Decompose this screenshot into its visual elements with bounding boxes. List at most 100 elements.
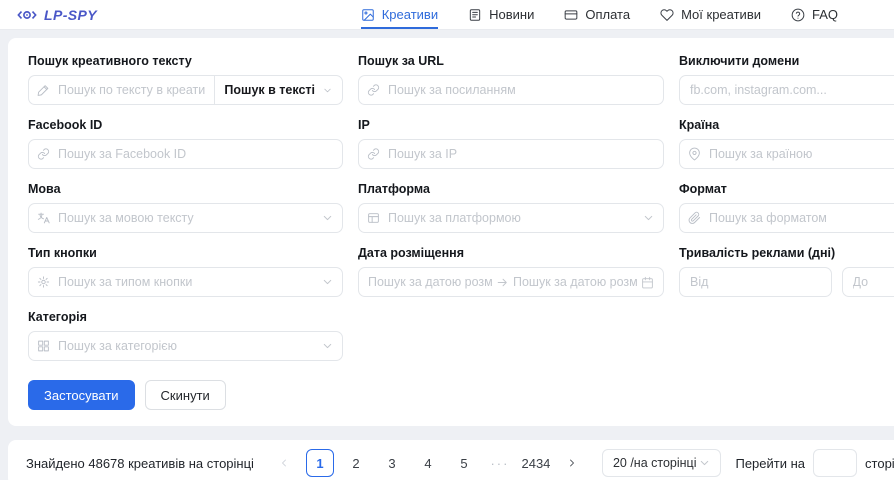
image-icon (361, 8, 375, 22)
pagination-page-3[interactable]: 3 (378, 449, 406, 477)
nav-item-my-creatives[interactable]: Мої креативи (660, 0, 761, 29)
facebook-id-input[interactable] (28, 139, 343, 169)
pagination-next-button[interactable] (558, 449, 586, 477)
link-icon (367, 84, 380, 97)
pagination-page-5[interactable]: 5 (450, 449, 478, 477)
link-icon (367, 148, 380, 161)
filter-label: Платформа (358, 182, 664, 196)
button-type-select[interactable] (28, 267, 343, 297)
window-icon (367, 212, 380, 225)
pencil-icon (37, 84, 50, 97)
link-icon (37, 148, 50, 161)
language-select[interactable] (28, 203, 343, 233)
filter-category: Категорія (28, 310, 343, 361)
grid-icon (37, 340, 50, 353)
chevron-down-icon (322, 85, 333, 96)
chevron-right-icon (566, 457, 578, 469)
ip-input[interactable] (358, 139, 664, 169)
nav-item-faq[interactable]: FAQ (791, 0, 838, 29)
results-summary: Знайдено 48678 креативів на сторінці (26, 456, 254, 471)
date-from-input[interactable] (368, 269, 492, 295)
filter-label: Формат (679, 182, 894, 196)
page-size-label: 20 /на сторінці (613, 456, 697, 470)
nav-label: Оплата (585, 7, 630, 22)
page-size-select[interactable]: 20 /на сторінці (602, 449, 722, 477)
app-logo[interactable]: LP-SPY (16, 0, 97, 29)
filter-label: Тривалість реклами (дні) (679, 246, 894, 260)
goto-prefix-label: Перейти на (735, 456, 805, 471)
url-input[interactable] (358, 75, 664, 105)
filter-url: Пошук за URL (358, 54, 664, 105)
chevron-down-icon (321, 276, 334, 289)
mode-label: Пошук в тексті (224, 83, 315, 97)
filter-label: Тип кнопки (28, 246, 343, 260)
nav-item-creatives[interactable]: Креативи (361, 0, 438, 29)
format-input[interactable] (679, 203, 894, 233)
filter-label: Facebook ID (28, 118, 343, 132)
main-nav: Креативи Новини Оплата Мої креативи FAQ (361, 0, 838, 29)
exclude-domains-input[interactable] (679, 75, 894, 105)
filter-facebook-id: Facebook ID (28, 118, 343, 169)
pagination-page-2[interactable]: 2 (342, 449, 370, 477)
filter-duration: Тривалість реклами (дні) (679, 246, 894, 297)
chevron-down-icon (321, 340, 334, 353)
filter-label: Виключити домени (679, 54, 894, 68)
paperclip-icon (688, 212, 701, 225)
arrow-right-icon (496, 276, 509, 289)
pagination-page-4[interactable]: 4 (414, 449, 442, 477)
filter-exclude-domains: Виключити домени (679, 54, 894, 105)
filter-label: Категорія (28, 310, 343, 324)
date-to-input[interactable] (513, 269, 637, 295)
results-bar: Знайдено 48678 креативів на сторінці 1 2… (8, 440, 894, 480)
chevron-down-icon (321, 212, 334, 225)
nav-item-payment[interactable]: Оплата (564, 0, 630, 29)
heart-icon (660, 8, 674, 22)
translate-icon (37, 212, 50, 225)
country-input[interactable] (679, 139, 894, 169)
goto-page-input[interactable] (813, 449, 857, 477)
pagination-page-last[interactable]: 2434 (522, 449, 550, 477)
nav-label: Мої креативи (681, 7, 761, 22)
news-icon (468, 8, 482, 22)
filter-language: Мова (28, 182, 343, 233)
duration-from-input[interactable] (679, 267, 832, 297)
filter-button-type: Тип кнопки (28, 246, 343, 297)
chevron-down-icon (642, 212, 655, 225)
filter-label: Дата розміщення (358, 246, 664, 260)
logo-text: LP-SPY (44, 7, 97, 23)
filter-label: Пошук креативного тексту (28, 54, 343, 68)
filter-label: IP (358, 118, 664, 132)
filter-platform: Платформа (358, 182, 664, 233)
filter-placement-date: Дата розміщення (358, 246, 664, 297)
filter-label: Країна (679, 118, 894, 132)
text-search-mode-select[interactable]: Пошук в тексті (214, 75, 343, 105)
filter-format: Формат (679, 182, 894, 233)
date-range-picker[interactable] (358, 267, 664, 297)
filter-ip: IP (358, 118, 664, 169)
nav-item-news[interactable]: Новини (468, 0, 534, 29)
calendar-icon (641, 276, 654, 289)
chevron-left-icon (278, 457, 290, 469)
pagination-prev-button[interactable] (270, 449, 298, 477)
nav-label: FAQ (812, 7, 838, 22)
duration-to-input[interactable] (842, 267, 894, 297)
category-select[interactable] (28, 331, 343, 361)
pagination-ellipsis[interactable]: ··· (486, 449, 514, 477)
eye-logo-icon (16, 4, 38, 26)
filter-label: Мова (28, 182, 343, 196)
filter-creative-text: Пошук креативного тексту Пошук в тексті (28, 54, 343, 105)
creative-text-input[interactable] (28, 75, 214, 105)
chevron-down-icon (698, 457, 711, 470)
apply-button[interactable]: Застосувати (28, 380, 135, 410)
top-header: LP-SPY Креативи Новини Оплата Мої креати… (0, 0, 894, 30)
goto-suffix-label: сторінку (865, 456, 894, 471)
filter-country: Країна (679, 118, 894, 169)
reset-button[interactable]: Скинути (145, 380, 226, 410)
nav-label: Новини (489, 7, 534, 22)
location-pin-icon (688, 148, 701, 161)
credit-card-icon (564, 8, 578, 22)
gear-icon (37, 276, 50, 289)
question-circle-icon (791, 8, 805, 22)
pagination-page-1[interactable]: 1 (306, 449, 334, 477)
platform-select[interactable] (358, 203, 664, 233)
